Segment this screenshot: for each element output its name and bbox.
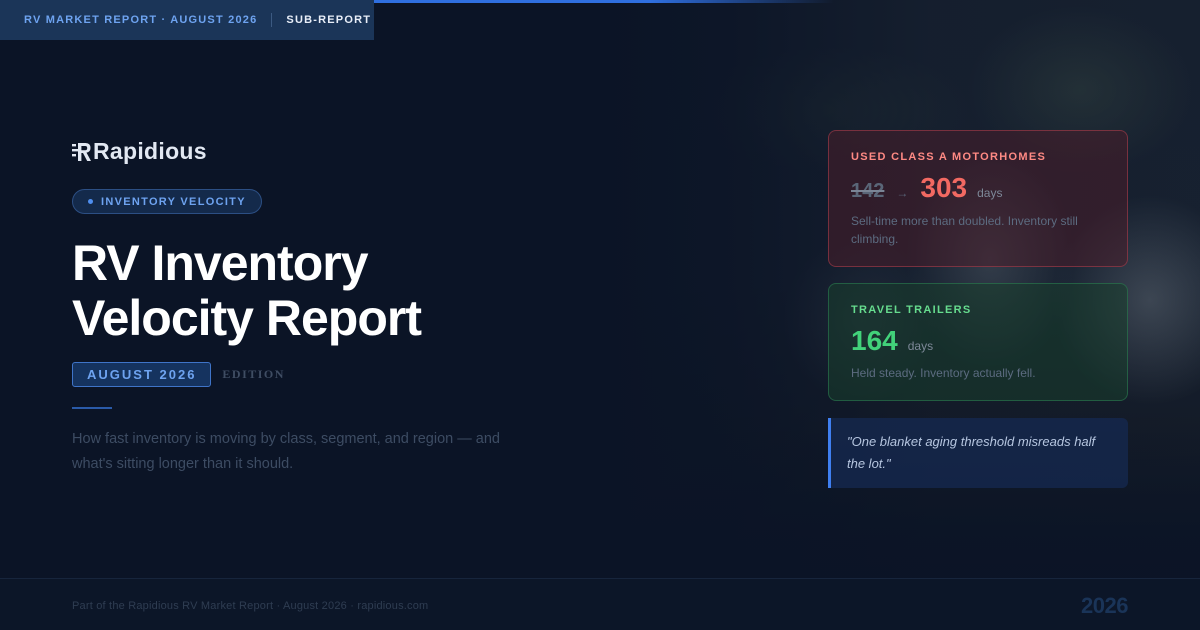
category-badge-label: INVENTORY VELOCITY (101, 195, 246, 208)
page-title: RV Inventory Velocity Report (72, 236, 552, 346)
days-unit: days (977, 186, 1003, 200)
speed-lines-r-icon (72, 142, 91, 161)
edition-date-badge: AUGUST 2026 (72, 362, 212, 387)
stat-card-description: Held steady. Inventory actually fell. (851, 366, 1036, 380)
page-subtitle: How fast inventory is moving by class, s… (72, 431, 500, 472)
page-title-line-2: Velocity Report (72, 290, 422, 346)
category-badge: INVENTORY VELOCITY (72, 189, 262, 214)
stat-card-travel-trailers: TRAVEL TRAILERS 164 days Held steady. In… (828, 283, 1128, 401)
breadcrumb-report-title: RV MARKET REPORT · AUGUST 2026 (24, 14, 258, 26)
edition-row: AUGUST 2026 EDITION (72, 362, 285, 387)
stat-card-description: Sell-time more than doubled. Inventory s… (851, 214, 1078, 246)
days-unit: days (907, 339, 934, 353)
top-accent-line (374, 0, 834, 3)
footer: Part of the Rapidious RV Market Report ·… (0, 578, 1200, 630)
current-days-value: 303 (920, 172, 968, 203)
dot-icon (88, 199, 93, 204)
brand-name: Rapidious (93, 138, 207, 164)
stat-card-title: TRAVEL TRAILERS (851, 304, 972, 316)
page-title-line-1: RV Inventory (72, 235, 368, 291)
stat-values: 142 → 303 days (851, 172, 1105, 204)
pull-quote: "One blanket aging threshold misreads ha… (828, 418, 1128, 488)
top-breadcrumb-tab: RV MARKET REPORT · AUGUST 2026 SUB-REPOR… (0, 0, 374, 40)
footer-year: 2026 (1081, 593, 1128, 618)
edition-label: EDITION (222, 367, 285, 381)
stat-values: 164 days (851, 325, 1105, 357)
stat-card-class-a: USED CLASS A MOTORHOMES 142 → 303 days S… (828, 130, 1128, 267)
previous-days-value: 142 (851, 180, 885, 202)
stat-card-title: USED CLASS A MOTORHOMES (851, 151, 1047, 163)
divider-rule (72, 407, 112, 409)
brand-logo: Rapidious (72, 138, 207, 165)
arrow-right-icon: → (896, 186, 909, 200)
current-days-value: 164 (851, 325, 898, 356)
footer-credit: Part of the Rapidious RV Market Report ·… (72, 600, 429, 612)
breadcrumb-divider (271, 13, 273, 27)
breadcrumb-sub-report: SUB-REPORT (286, 14, 372, 26)
